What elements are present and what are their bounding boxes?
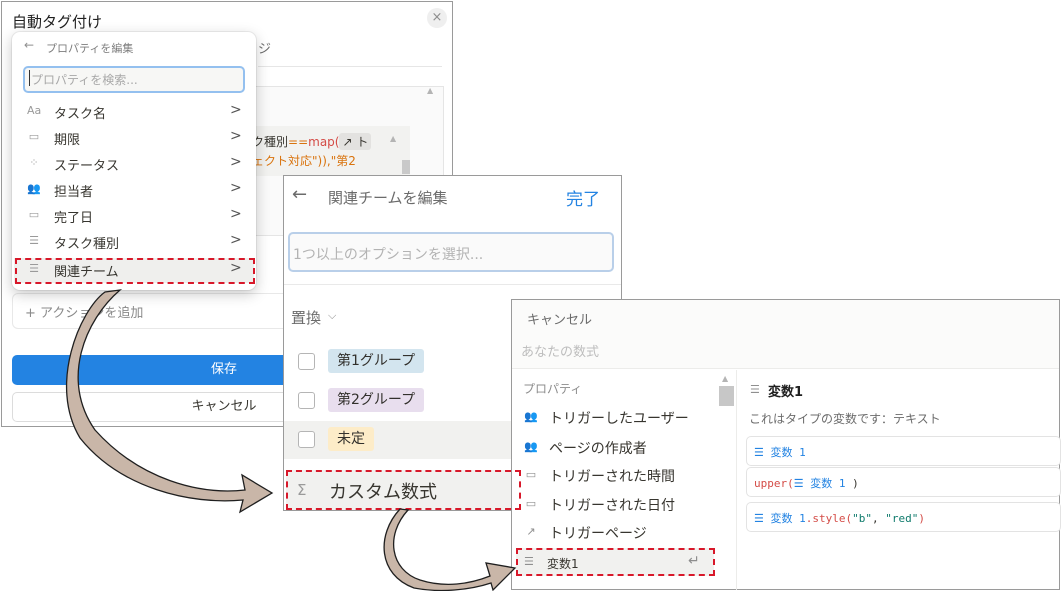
example-token: , (871, 512, 886, 525)
formula-property-item[interactable]: 👥 ページの作成者 (520, 435, 720, 461)
example-token: ☰ 変数 1 (754, 512, 806, 525)
chevron-right-icon: > (230, 180, 242, 196)
option-row[interactable]: 第1グループ (284, 343, 522, 381)
list-icon: ☰ (29, 234, 39, 247)
code-scrollbar[interactable] (402, 160, 410, 174)
tab-partial-label[interactable]: ジ (258, 38, 271, 57)
close-icon[interactable]: × (427, 8, 447, 28)
arrow-icon: ↗ (526, 525, 536, 538)
checkbox[interactable] (298, 431, 315, 448)
scroll-up-icon[interactable]: ▲ (722, 374, 728, 383)
property-item[interactable]: Aa タスク名 > (14, 100, 254, 125)
formula-property-item[interactable]: ↗ トリガーページ (520, 520, 720, 546)
divider (284, 284, 621, 285)
search-placeholder: プロパティを検索... (31, 73, 138, 87)
chevron-right-icon: > (230, 232, 242, 248)
replace-dropdown[interactable]: 置換 (291, 307, 321, 328)
cancel-button[interactable]: キャンセル (527, 309, 592, 328)
status-icon: ⁘ (29, 156, 39, 169)
text-caret (29, 70, 30, 86)
example-token: "red" (885, 512, 919, 525)
example-token: upper( (754, 477, 794, 490)
column-divider (736, 370, 737, 590)
scrollbar[interactable] (719, 386, 734, 406)
checkbox[interactable] (298, 353, 315, 370)
property-item-label: 担当者 (54, 185, 94, 200)
example-token: .style( (805, 512, 853, 525)
example-code: upper(☰ 変数 1 ) (754, 475, 859, 491)
back-arrow-icon[interactable]: ← (292, 184, 307, 205)
chevron-right-icon: > (230, 128, 242, 144)
property-item-label: 完了日 (54, 211, 94, 226)
done-button[interactable]: 完了 (566, 185, 600, 210)
highlight-variable (516, 548, 715, 576)
formula-property-label: トリガーされた日付 (549, 498, 675, 514)
example-token: ☰ 変数 1 (793, 477, 846, 490)
scroll-up-icon[interactable]: ▲ (427, 86, 433, 95)
dialog-title: 自動タグ付け (12, 13, 103, 31)
back-arrow-icon[interactable]: ← (24, 38, 34, 52)
formula-property-item[interactable]: 👥 トリガーしたユーザー (520, 405, 720, 431)
dropdown-header: プロパティを編集 (46, 42, 134, 55)
variable-description: これはタイプの変数です：テキスト (749, 412, 941, 426)
input-placeholder: 1つ以上のオプションを選択... (293, 247, 484, 263)
people-icon: 👥 (27, 182, 41, 195)
property-item[interactable]: ▭ 期限 > (14, 126, 254, 151)
formula-property-label: トリガーされた時間 (549, 469, 675, 485)
property-item-label: タスク種別 (54, 237, 120, 252)
chevron-right-icon: > (230, 206, 242, 222)
formula-property-item[interactable]: ▭ トリガーされた時間 (520, 463, 720, 489)
option-row[interactable]: 第2グループ (284, 382, 522, 420)
property-chip: ↗ ト (339, 133, 372, 150)
calendar-icon: ▭ (525, 468, 537, 481)
option-tag: 未定 (328, 427, 374, 451)
arrow-2 (383, 508, 517, 591)
option-tag: 第1グループ (328, 349, 425, 373)
people-icon: 👥 (524, 410, 538, 423)
properties-header: プロパティ (523, 382, 583, 396)
option-tag: 第2グループ (328, 388, 425, 412)
formula-property-label: ページの作成者 (549, 441, 647, 457)
people-icon: 👥 (524, 440, 538, 453)
chevron-right-icon: > (230, 154, 242, 170)
formula-property-item[interactable]: ▭ トリガーされた日付 (520, 492, 720, 518)
example-code: ☰ 変数 1 (754, 444, 806, 460)
property-item[interactable]: 👥 担当者 > (14, 178, 254, 203)
text-icon: Aa (27, 104, 42, 117)
highlight-custom-formula (286, 470, 521, 510)
tab-divider (258, 66, 442, 67)
example-token: ☰ 変数 1 (754, 446, 806, 459)
property-item-label: 期限 (54, 133, 81, 148)
example-token: "b" (852, 512, 872, 525)
variable-title: 変数1 (768, 385, 804, 400)
list-icon: ☰ (750, 383, 760, 396)
property-item-label: タスク名 (54, 107, 107, 122)
example-token: ) (918, 512, 925, 525)
code-scroll-up-icon[interactable]: ▲ (390, 134, 396, 143)
formula-input[interactable]: あなたの数式 (521, 341, 599, 360)
chevron-right-icon: > (230, 102, 242, 118)
example-token: ) (845, 477, 859, 490)
calendar-icon: ▭ (525, 497, 537, 510)
chevron-down-icon[interactable]: ⌵ (328, 309, 336, 323)
checkbox[interactable] (298, 392, 315, 409)
formula-code-line-2: ジェクト対応")),"第2 (240, 154, 356, 168)
property-item[interactable]: ▭ 完了日 > (14, 204, 254, 229)
option-row[interactable]: 未定 (284, 421, 522, 459)
property-item-label: ステータス (54, 159, 120, 174)
example-code: ☰ 変数 1.style("b", "red") (754, 510, 925, 526)
formula-property-label: トリガーページ (549, 526, 647, 542)
add-action-label[interactable]: + アクションを追加 (25, 302, 143, 321)
calendar-icon: ▭ (28, 130, 40, 143)
formula-code-line-1: スク種別==map(↗ ト (240, 133, 372, 150)
formula-property-label: トリガーしたユーザー (549, 411, 689, 427)
property-item[interactable]: ☰ タスク種別 > (14, 230, 254, 255)
calendar-icon: ▭ (28, 208, 40, 221)
panel-title: 関連チームを編集 (328, 189, 448, 207)
highlight-related-team (15, 258, 255, 284)
property-item[interactable]: ⁘ ステータス > (14, 152, 254, 177)
